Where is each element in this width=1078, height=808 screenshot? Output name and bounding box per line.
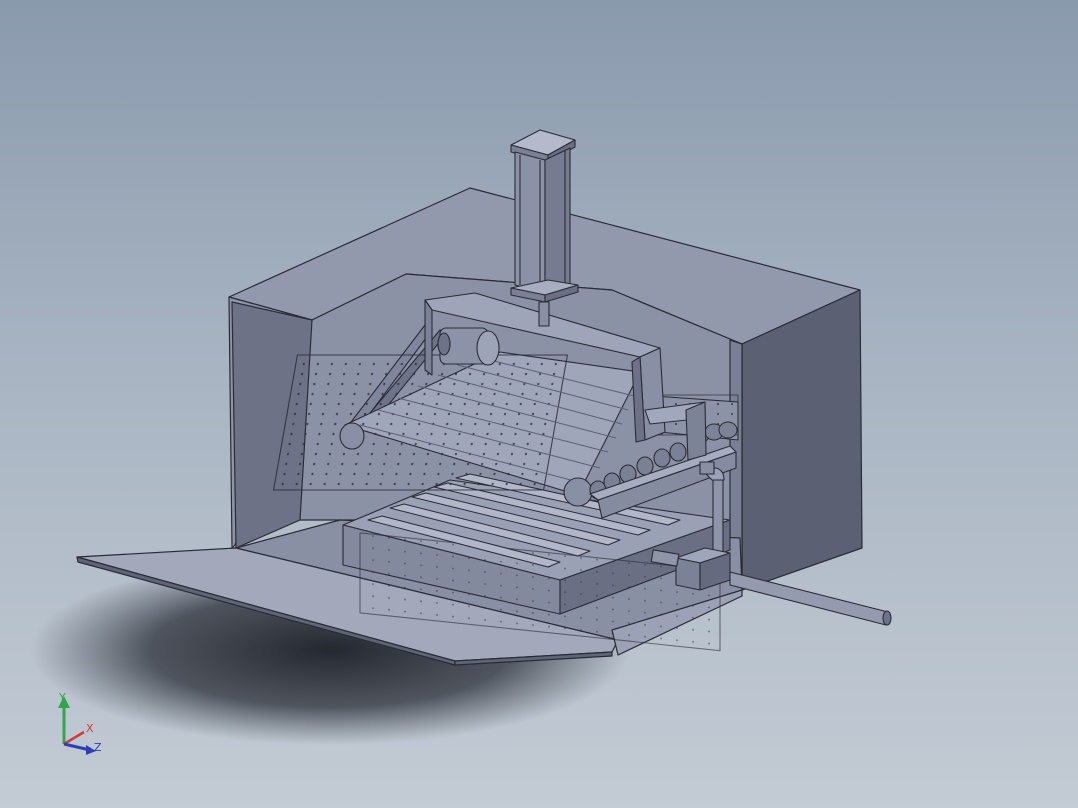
press-frame-arm-block [685,401,707,461]
z-axis-label: Z [94,741,102,754]
outlet-pipe-end [882,610,892,626]
graphics-viewport[interactable]: Y X Z [0,0,1078,808]
model-view[interactable] [0,0,1078,808]
reference-triad: Y X Z [50,688,110,758]
conveyor-perforations [273,354,568,491]
x-axis-label: X [86,722,94,735]
outlet-pipe [729,571,889,626]
cylinder-rod [538,301,550,327]
conveyor-end-roller-right [563,477,593,507]
pipe-stub [699,461,715,475]
motor-endcap [476,330,500,366]
conveyor-end-roller-left [339,422,365,450]
pipe-vertical [712,477,724,554]
x-axis-line [63,730,85,746]
drive-motor[interactable] [437,327,500,366]
motor-face [437,332,451,356]
cylinder-barrel-side [544,147,571,293]
y-axis-label: Y [58,691,66,704]
valve-block-front [675,557,701,591]
press-frame-left-post [424,299,433,376]
